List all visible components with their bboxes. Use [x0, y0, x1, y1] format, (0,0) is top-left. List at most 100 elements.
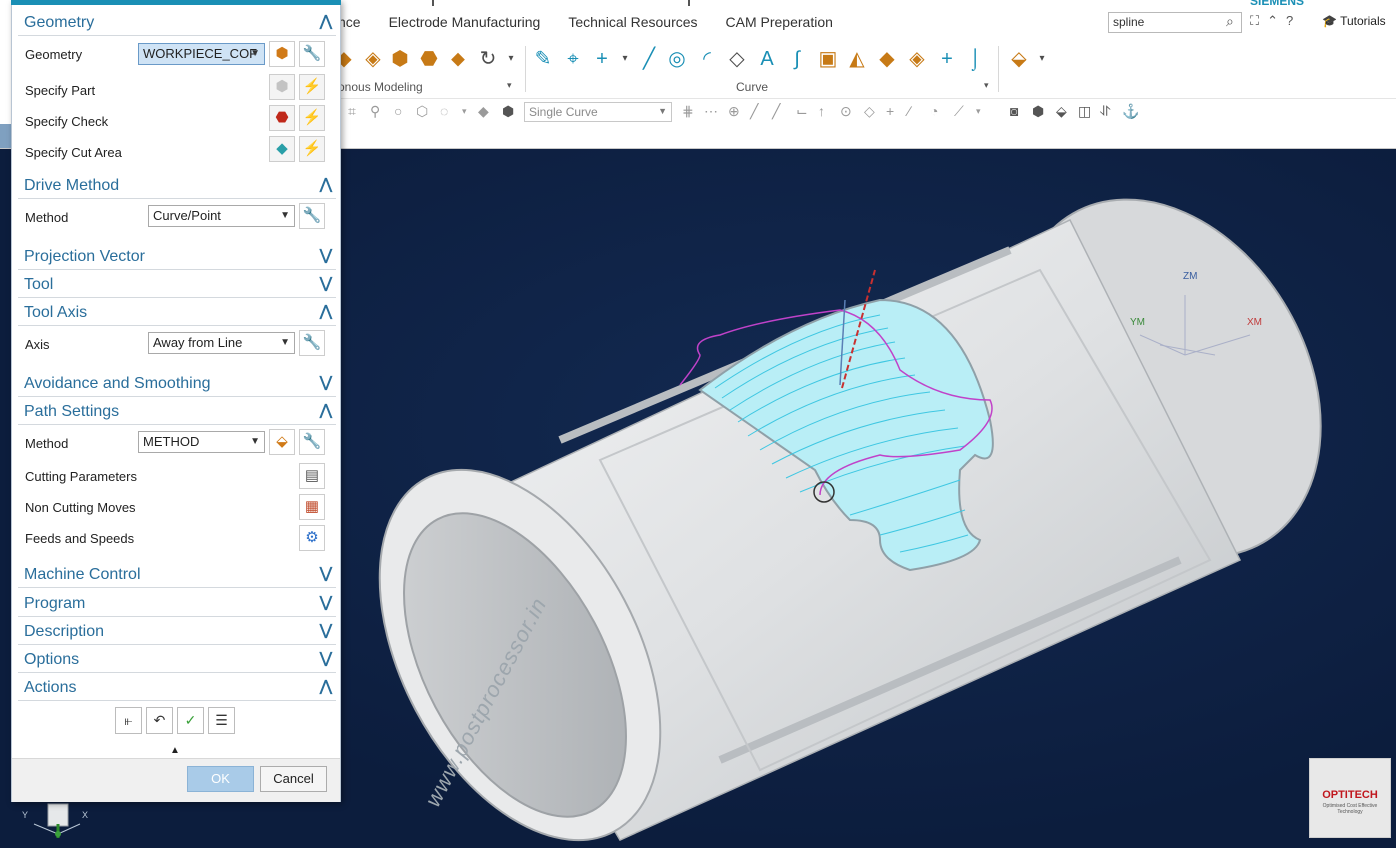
display-cut-area-button[interactable]: ⚡ — [299, 136, 325, 162]
mid-point-snap-icon[interactable]: ╱ — [772, 103, 780, 120]
generate-button[interactable]: ⫦ — [115, 707, 142, 734]
select-feature-icon[interactable]: ⚲ — [370, 103, 380, 120]
helix-icon[interactable]: ◎ — [666, 48, 688, 70]
fullscreen-icon[interactable]: ⛶ — [1250, 13, 1259, 29]
curve-rule-select[interactable]: Single Curve ▼ — [524, 102, 672, 122]
bridge-curve-icon[interactable]: ⌡ — [964, 48, 986, 70]
group-more-icon[interactable]: ▾ — [507, 80, 512, 91]
section-machine-control[interactable]: Machine Control ⋁ — [18, 562, 336, 588]
arc-icon[interactable]: ◜ — [696, 48, 718, 70]
display-part-button[interactable]: ⚡ — [299, 74, 325, 100]
program-order-icon[interactable]: ⥯ — [1100, 103, 1110, 120]
geometry-view-icon[interactable]: ⬢ — [1032, 103, 1044, 120]
chevron-down-icon[interactable]: ⋁ — [320, 564, 332, 582]
move-face-icon[interactable]: ⬣ — [418, 48, 440, 70]
section-drive-method[interactable]: Drive Method ⋀ — [18, 173, 336, 199]
menu-item-electrode-manufacturing[interactable]: Electrode Manufacturing — [375, 10, 555, 36]
point-set-icon[interactable]: ⌖ — [562, 48, 584, 70]
section-avoidance-and-smoothing[interactable]: Avoidance and Smoothing ⋁ — [18, 371, 336, 397]
edit-geometry-button[interactable]: 🔧 — [299, 41, 325, 67]
chevron-up-icon[interactable]: ⋀ — [320, 677, 332, 695]
center-snap-icon[interactable]: ⊕ — [728, 103, 740, 120]
chevron-down-icon[interactable]: ⋁ — [320, 593, 332, 611]
collapse-dialog-icon[interactable]: ▲ — [170, 745, 180, 756]
chevron-up-icon[interactable]: ⋀ — [320, 302, 332, 320]
vector-snap-icon[interactable]: ↑ — [818, 103, 825, 119]
edit-drive-method-button[interactable]: 🔧 — [299, 203, 325, 229]
control-point-snap-icon[interactable]: ⌙ — [796, 103, 808, 120]
project-curve-icon[interactable]: ▣ — [817, 48, 839, 70]
collapse-ribbon-icon[interactable]: ⌃ — [1267, 13, 1278, 29]
menu-item-cam-preperation[interactable]: CAM Preperation — [712, 10, 847, 36]
verify-button[interactable]: ✓ — [177, 707, 204, 734]
section-path-settings[interactable]: Path Settings ⋀ — [18, 399, 336, 425]
tool-axis-select[interactable]: Away from Line ▼ — [148, 332, 295, 354]
feature-group-icon[interactable]: ⬙ — [1008, 48, 1030, 70]
chevron-up-icon[interactable]: ⋀ — [320, 401, 332, 419]
extract-curve-icon[interactable]: ◭ — [846, 48, 868, 70]
section-geometry[interactable]: Geometry ⋀ — [18, 10, 336, 36]
delete-face-icon[interactable]: ⬥ — [447, 48, 469, 70]
command-search-input[interactable]: spline — [1108, 12, 1242, 33]
ok-button[interactable]: OK — [187, 766, 254, 792]
section-tool[interactable]: Tool ⋁ — [18, 272, 336, 298]
operation-navigator-icon[interactable]: ◙ — [1010, 103, 1018, 119]
component-select-icon[interactable]: ⬢ — [502, 103, 514, 120]
section-projection-vector[interactable]: Projection Vector ⋁ — [18, 244, 336, 270]
offset-curve-icon[interactable]: ◇ — [726, 48, 748, 70]
menu-item-appearance[interactable]: nce — [338, 10, 375, 36]
snap-icon[interactable]: ⌗ — [348, 103, 356, 120]
geometry-select[interactable]: WORKPIECE_COF ▼ — [138, 43, 265, 65]
chevron-down-icon[interactable]: ⋁ — [320, 373, 332, 391]
vertex-select-icon[interactable]: ◌ — [440, 103, 448, 119]
non-cutting-moves-button[interactable]: ▦ — [299, 494, 325, 520]
chevron-down-icon[interactable]: ⋁ — [320, 649, 332, 667]
specify-check-button[interactable]: ⬣ — [269, 105, 295, 131]
point-icon[interactable]: + — [591, 48, 613, 70]
replace-face-icon[interactable]: ↻ — [477, 48, 499, 70]
isoparametric-curve-icon[interactable]: ◈ — [906, 48, 928, 70]
text-icon[interactable]: A — [756, 48, 778, 70]
sketch-icon[interactable]: ✎ — [532, 48, 554, 70]
display-check-button[interactable]: ⚡ — [299, 105, 325, 131]
intersection-curve-icon[interactable]: ◆ — [876, 48, 898, 70]
on-face-snap-icon[interactable]: ◔ — [930, 103, 938, 119]
machine-tool-view-icon[interactable]: ⬙ — [1056, 103, 1067, 120]
cutting-parameters-button[interactable]: ▤ — [299, 463, 325, 489]
menu-item-technical-resources[interactable]: Technical Resources — [554, 10, 711, 36]
tutorials-link[interactable]: 🎓 Tutorials — [1322, 14, 1386, 28]
feature-dropdown-icon[interactable]: ▾ — [1031, 48, 1053, 70]
section-tool-axis[interactable]: Tool Axis ⋀ — [18, 300, 336, 326]
dialog-title-bar[interactable] — [11, 0, 341, 5]
section-description[interactable]: Description ⋁ — [18, 619, 336, 645]
method-view-icon[interactable]: ◫ — [1078, 103, 1091, 120]
edit-method-button[interactable]: 🔧 — [299, 429, 325, 455]
quadrant-snap-icon[interactable]: ◇ — [864, 103, 875, 120]
post-process-icon[interactable]: ⚓ — [1122, 103, 1139, 120]
bisector-snap-icon[interactable]: ⟋ — [954, 103, 964, 120]
chevron-down-icon[interactable]: ⋁ — [320, 621, 332, 639]
arc-center-snap-icon[interactable]: ⊙ — [840, 103, 852, 120]
cancel-button[interactable]: Cancel — [260, 766, 327, 792]
edit-tool-axis-button[interactable]: 🔧 — [299, 330, 325, 356]
chevron-down-icon[interactable]: ⋁ — [320, 274, 332, 292]
path-method-select[interactable]: METHOD ▼ — [138, 431, 265, 453]
section-options[interactable]: Options ⋁ — [18, 647, 336, 673]
snap-dropdown-icon[interactable]: ▾ — [976, 106, 981, 117]
body-select-icon[interactable]: ◆ — [478, 103, 489, 120]
drive-method-select[interactable]: Curve/Point ▼ — [148, 205, 295, 227]
new-geometry-button[interactable]: ⬢ — [269, 41, 295, 67]
offset-face-icon[interactable]: ◈ — [362, 48, 384, 70]
filter-dropdown-icon[interactable]: ▾ — [462, 106, 467, 117]
help-icon[interactable]: ? — [1286, 13, 1293, 29]
on-curve-snap-icon[interactable]: ∕ — [908, 103, 910, 119]
section-program[interactable]: Program ⋁ — [18, 591, 336, 617]
offset-in-face-icon[interactable]: + — [936, 48, 958, 70]
list-button[interactable]: ☰ — [208, 707, 235, 734]
intersection-snap-icon[interactable]: ⋕ — [682, 103, 694, 120]
circle-select-icon[interactable]: ○ — [394, 103, 402, 119]
group-more-icon[interactable]: ▾ — [984, 80, 989, 91]
end-point-snap-icon[interactable]: ╱ — [750, 103, 758, 120]
replay-button[interactable]: ↶ — [146, 707, 173, 734]
search-icon[interactable]: ⌕ — [1226, 13, 1234, 30]
